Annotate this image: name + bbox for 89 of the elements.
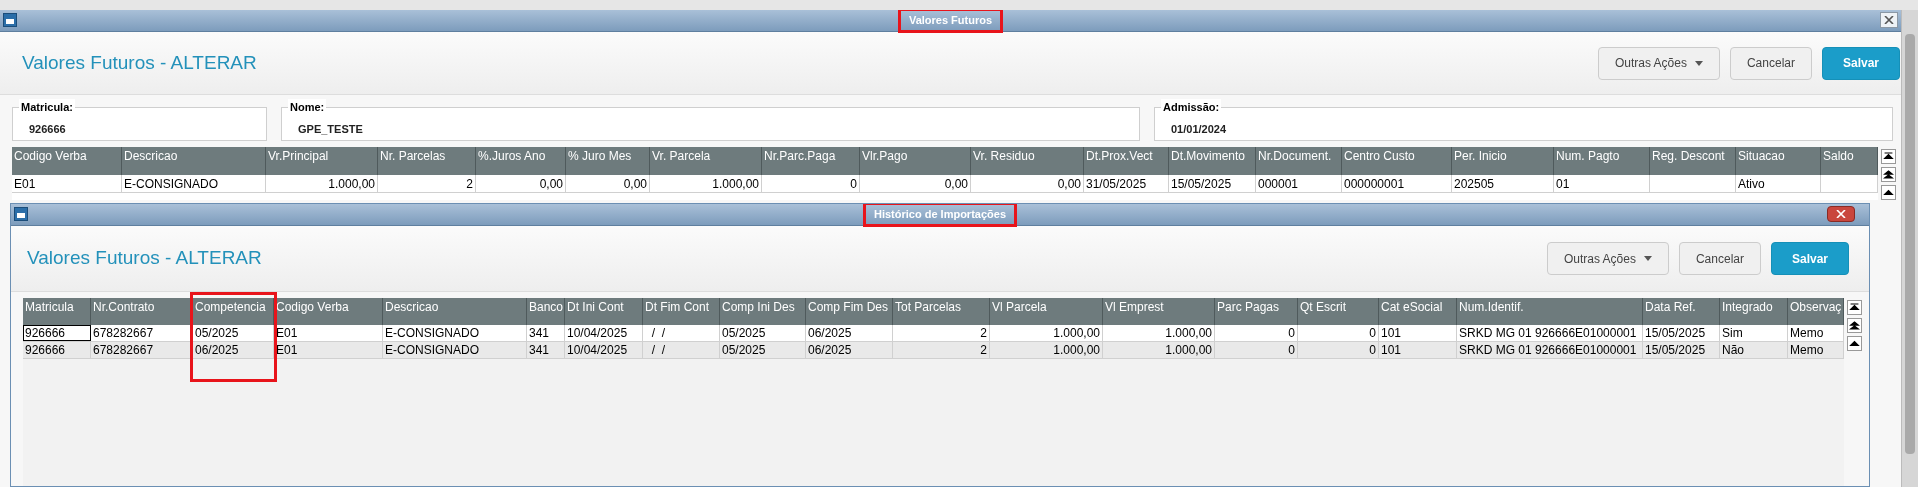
table-cell: E-CONSIGNADO: [383, 325, 527, 341]
table-cell: 926666: [23, 342, 91, 358]
scroll-top-button[interactable]: [1881, 149, 1896, 164]
close-icon: [1836, 210, 1846, 218]
table-cell: 0: [1298, 342, 1379, 358]
table-cell: 01: [1554, 175, 1650, 192]
table-cell: 2: [893, 325, 990, 341]
scroll-up-icon: [1849, 338, 1860, 349]
table-cell: Sim: [1720, 325, 1788, 341]
table-cell: E01: [12, 175, 122, 192]
table-cell: 000000001: [1342, 175, 1452, 192]
table-cell: 10/04/2025: [565, 342, 643, 358]
table-cell: 0,00: [476, 175, 566, 192]
scroll-up-button[interactable]: [1847, 336, 1862, 351]
table-cell: 1.000,00: [650, 175, 762, 192]
scroll-top-icon: [1883, 151, 1894, 162]
table-cell: 0: [762, 175, 860, 192]
scroll-top-icon: [1849, 302, 1860, 313]
table-cell: 341: [527, 325, 565, 341]
table-cell: 1.000,00: [990, 325, 1103, 341]
table-cell: E01: [274, 342, 383, 358]
caret-icon: [1694, 60, 1703, 66]
table-cell: 2: [378, 175, 476, 192]
window-icon: [14, 207, 28, 221]
save-button[interactable]: Salvar: [1821, 46, 1900, 80]
table-cell: Memo: [1788, 342, 1844, 358]
table-cell: 1.000,00: [1103, 342, 1215, 358]
table-cell: / /: [643, 325, 720, 341]
table-cell: Memo: [1788, 325, 1844, 341]
table-cell: 101: [1379, 325, 1457, 341]
table-cell: SRKD MG 01 926666E01000001: [1457, 342, 1643, 358]
close-button[interactable]: [1880, 12, 1898, 28]
menu-button[interactable]: Outras Ações: [1546, 242, 1669, 275]
menu-button[interactable]: Outras Ações: [1597, 46, 1720, 80]
cancel-button[interactable]: Cancelar: [1678, 242, 1761, 275]
page-up-button[interactable]: [1847, 318, 1862, 333]
table-cell: 06/2025: [806, 325, 893, 341]
table-cell: 000001: [1256, 175, 1342, 192]
close-button[interactable]: [1827, 206, 1855, 222]
table-cell: 341: [527, 342, 565, 358]
table-cell: 05/2025: [720, 342, 806, 358]
table-cell: 0: [1215, 325, 1298, 341]
table-cell: 10/04/2025: [565, 325, 643, 341]
table-cell: 1.000,00: [266, 175, 378, 192]
table-cell: 15/05/2025: [1169, 175, 1256, 192]
cancel-button[interactable]: Cancelar: [1729, 46, 1812, 80]
table-cell: 05/2025: [193, 325, 274, 341]
table-cell: Não: [1720, 342, 1788, 358]
table-cell: 678282667: [91, 342, 193, 358]
page-up-icon: [1849, 320, 1860, 331]
table-row[interactable]: 926666 678282667 06/2025 E01 E-CONSIGNADO 341 10/04/2025 / / 05/2025 06/2025 2 1.000,00 1.000,00 0 0 101 SRKD MG 01 926666E01000001 15/05/2025 Não Memo: [23, 342, 1844, 359]
scroll-top-button[interactable]: [1847, 300, 1862, 315]
table-cell: 06/2025: [806, 342, 893, 358]
scroll-up-button[interactable]: [1881, 185, 1896, 200]
table-cell: 0: [1215, 342, 1298, 358]
page-up-icon: [1883, 169, 1894, 180]
page-up-button[interactable]: [1881, 167, 1896, 182]
table-cell: Ativo: [1736, 175, 1821, 192]
table-cell: 202505: [1452, 175, 1554, 192]
table-cell: 05/2025: [720, 325, 806, 341]
scrollbar[interactable]: [1901, 10, 1918, 487]
scroll-up-icon: [1883, 187, 1894, 198]
table-cell: 1.000,00: [1103, 325, 1215, 341]
table-cell: SRKD MG 01 926666E01000001: [1457, 325, 1643, 341]
window-icon: [3, 13, 17, 27]
column-header[interactable]: Matricula: [23, 298, 91, 325]
table-cell: E-CONSIGNADO: [122, 175, 266, 192]
table-cell: 678282667: [91, 325, 193, 341]
table-cell: 15/05/2025: [1643, 342, 1720, 358]
table-cell: 0,00: [971, 175, 1084, 192]
table-cell: 926666: [23, 325, 91, 341]
table-cell: 0,00: [860, 175, 971, 192]
table-row[interactable]: E01 E-CONSIGNADO 1.000,00 2 0,00 0,00 1.000,00 0 0,00 0,00 31/05/2025 15/05/2025 000001 000000001 202505 01 Ativo: [12, 175, 1878, 193]
table-cell: 0,00: [566, 175, 650, 192]
close-icon: [1884, 16, 1894, 24]
table-cell: 101: [1379, 342, 1457, 358]
table-cell: 06/2025: [193, 342, 274, 358]
table-cell: 0: [1298, 325, 1379, 341]
table-cell: E-CONSIGNADO: [383, 342, 527, 358]
table-cell: 2: [893, 342, 990, 358]
save-button[interactable]: Salvar: [1770, 242, 1849, 275]
page-heading: Valores Futuros - ALTERAR: [27, 246, 262, 271]
table-cell: / /: [643, 342, 720, 358]
caret-icon: [1643, 256, 1652, 261]
table-cell: 1.000,00: [990, 342, 1103, 358]
table-cell: E01: [274, 325, 383, 341]
table-cell: 31/05/2025: [1084, 175, 1169, 192]
table-cell: 15/05/2025: [1643, 325, 1720, 341]
page-heading: Valores Futuros - ALTERAR: [22, 50, 257, 75]
